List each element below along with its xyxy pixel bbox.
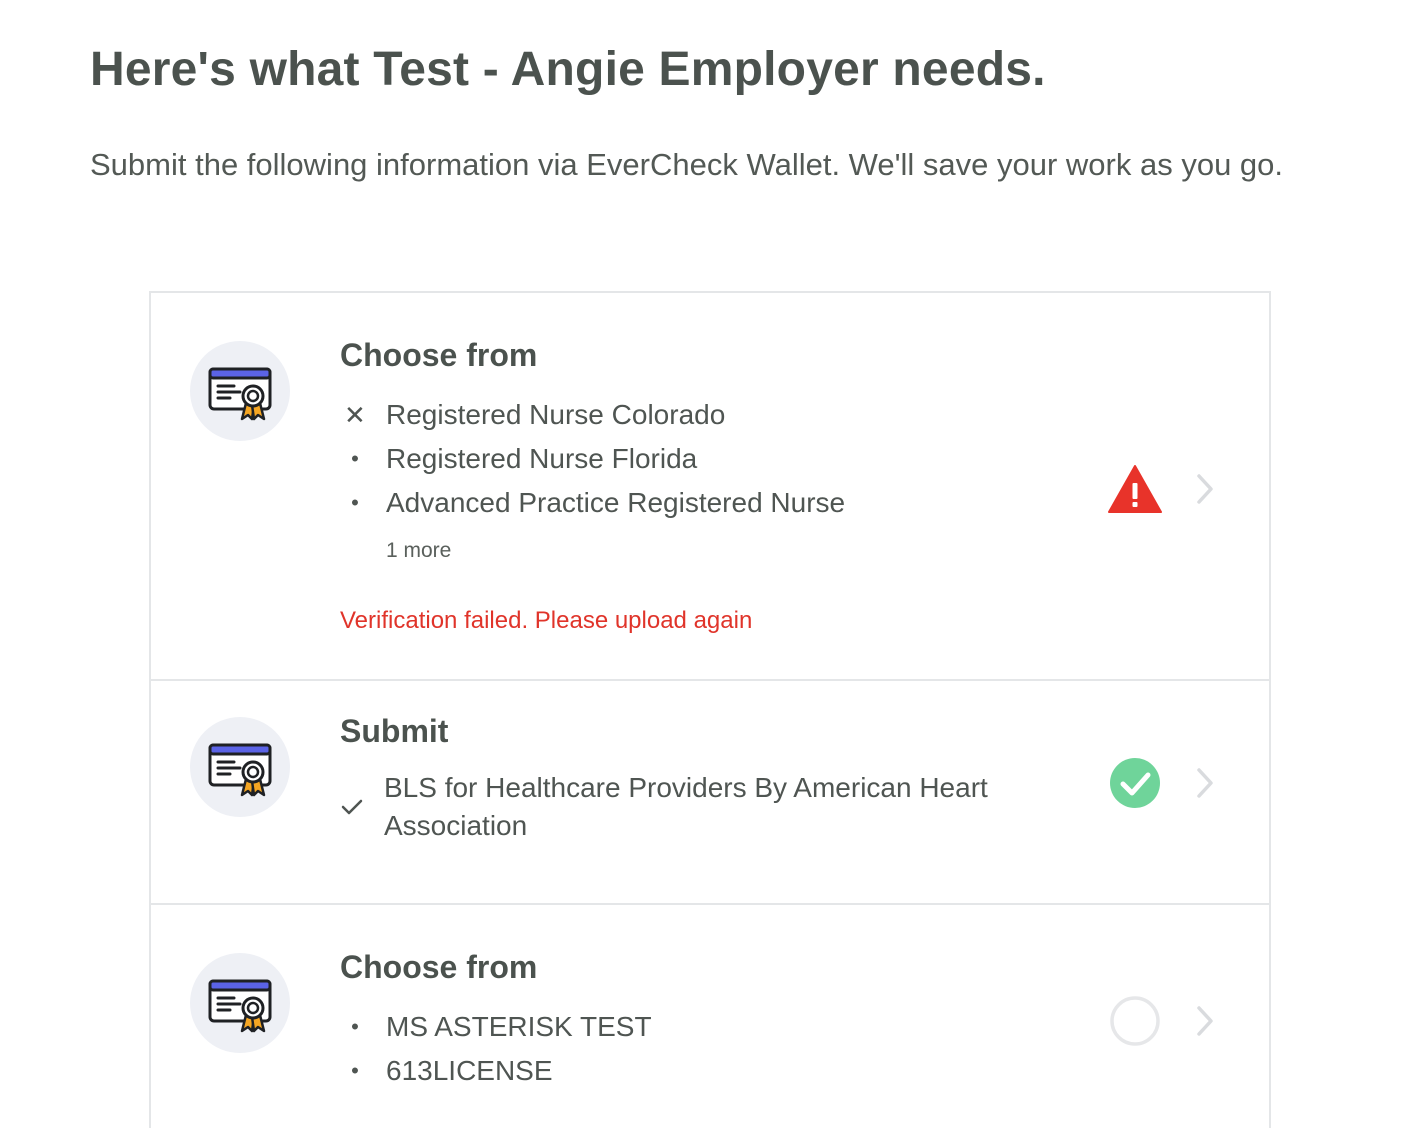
certificate-icon [190, 953, 290, 1053]
chevron-right-icon[interactable] [1193, 765, 1217, 801]
certificate-icon [190, 717, 290, 817]
warning-icon [1108, 465, 1162, 513]
check-circle-icon [1110, 758, 1160, 808]
requirement-title: Submit [340, 713, 449, 749]
requirement-card-3[interactable]: Choose from • MS ASTERISK TEST • 613LICE… [151, 905, 1271, 1128]
requirements-list: Choose from ✕ Registered Nurse Colorado … [149, 291, 1271, 1128]
bullet-icon: • [351, 1058, 359, 1083]
x-icon: ✕ [344, 400, 366, 430]
requirement-title: Choose from [340, 337, 538, 373]
list-item: BLS for Healthcare Providers By American… [340, 769, 1060, 845]
item-label: Advanced Practice Registered Nurse [386, 487, 846, 518]
list-item: • 613LICENSE [340, 1049, 652, 1093]
item-label: 613LICENSE [386, 1055, 553, 1086]
bullet-icon: • [351, 1014, 359, 1039]
item-label: Registered Nurse Colorado [386, 399, 726, 430]
list-item: ✕ Registered Nurse Colorado [340, 393, 845, 437]
bullet-icon: • [351, 490, 359, 515]
bullet-icon: • [351, 446, 359, 471]
empty-circle-icon [1110, 996, 1160, 1046]
page-title: Here's what Test - Angie Employer needs. [90, 43, 1046, 96]
page: Here's what Test - Angie Employer needs.… [0, 0, 1420, 1128]
verification-error: Verification failed. Please upload again [340, 607, 753, 634]
item-label: MS ASTERISK TEST [386, 1011, 652, 1042]
requirement-title: Choose from [340, 949, 538, 985]
requirement-items: • MS ASTERISK TEST • 613LICENSE [340, 1005, 652, 1093]
requirement-card-2[interactable]: Submit BLS for Healthcare Providers By A… [151, 681, 1271, 905]
list-item: • MS ASTERISK TEST [340, 1005, 652, 1049]
item-label: BLS for Healthcare Providers By American… [384, 772, 988, 841]
chevron-right-icon[interactable] [1193, 1003, 1217, 1039]
requirement-card-1[interactable]: Choose from ✕ Registered Nurse Colorado … [151, 293, 1271, 681]
list-item: • Registered Nurse Florida [340, 437, 845, 481]
check-icon [341, 799, 363, 815]
page-subtitle: Submit the following information via Eve… [90, 147, 1284, 182]
requirement-items: ✕ Registered Nurse Colorado • Registered… [340, 393, 845, 525]
chevron-right-icon[interactable] [1193, 471, 1217, 507]
more-items-link[interactable]: 1 more [386, 539, 451, 563]
list-item: • Advanced Practice Registered Nurse [340, 481, 845, 525]
item-label: Registered Nurse Florida [386, 443, 698, 474]
certificate-icon [190, 341, 290, 441]
